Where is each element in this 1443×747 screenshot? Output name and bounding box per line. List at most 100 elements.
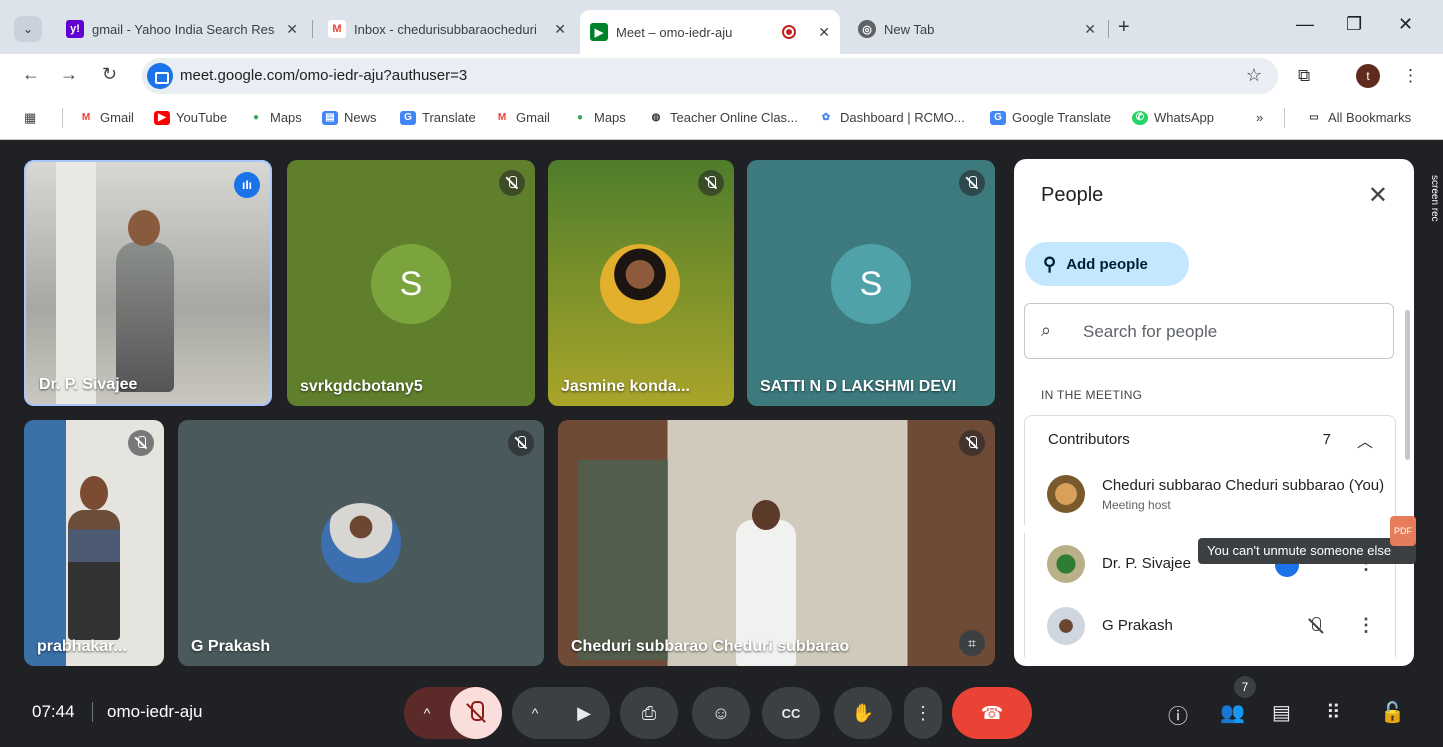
window-close-icon[interactable]: ✕	[1398, 14, 1413, 35]
tab-meet[interactable]: ▶ Meet – omo-iedr-aju ✕	[580, 10, 840, 54]
meet-icon: ▶	[590, 23, 608, 41]
participant-tile-video[interactable]: ıIı Dr. P. Sivajee	[24, 160, 272, 406]
address-bar[interactable]: meet.google.com/omo-iedr-aju?authuser=3 …	[142, 58, 1278, 94]
bookmark-maps[interactable]: ● Maps	[248, 110, 302, 125]
emoji-icon: ☺	[711, 702, 731, 723]
participant-tile-video[interactable]: ⌗ Cheduri subbarao Cheduri subbarao	[558, 420, 995, 666]
tab-title: Inbox - chedurisubbaraocheduri	[354, 21, 537, 37]
minimize-icon[interactable]: —	[1296, 14, 1314, 35]
reactions-button[interactable]: ☺	[692, 687, 750, 739]
raise-hand-button[interactable]: ✋	[834, 687, 892, 739]
close-tab-icon[interactable]: ✕	[286, 21, 298, 38]
bookmark-teacher-online[interactable]: ◍ Teacher Online Clas...	[648, 110, 798, 125]
gmail-icon: M	[328, 20, 346, 38]
close-tab-icon[interactable]: ✕	[818, 24, 830, 41]
captions-button[interactable]: CC	[762, 687, 820, 739]
extensions-icon[interactable]: ⧉	[1298, 66, 1310, 86]
participant-tile-photo[interactable]: Jasmine konda...	[548, 160, 734, 406]
bookmark-gmail[interactable]: M Gmail	[78, 110, 134, 125]
participant-name: prabhakar...	[37, 638, 127, 655]
search-people-field[interactable]: ⌕ Search for people	[1024, 303, 1394, 359]
close-tab-icon[interactable]: ✕	[1084, 21, 1096, 38]
crop-icon[interactable]: ⌗	[959, 630, 985, 656]
participant-name: Cheduri subbarao Cheduri subbarao (You)	[1102, 477, 1385, 494]
tab-search-button[interactable]: ⌄	[14, 16, 42, 42]
reload-icon[interactable]: ↻	[102, 64, 117, 85]
tab-gmail-inbox[interactable]: M Inbox - chedurisubbaraocheduri ✕	[318, 10, 576, 48]
more-options-button[interactable]: ⋮	[904, 687, 942, 739]
participant-tile-initial[interactable]: S SATTI N D LAKSHMI DEVI	[747, 160, 995, 406]
bookmark-label: All Bookmarks	[1328, 110, 1412, 125]
search-placeholder: Search for people	[1083, 322, 1218, 341]
tab-title: gmail - Yahoo India Search Res	[92, 21, 275, 37]
meeting-code: omo-iedr-aju	[107, 702, 203, 721]
present-screen-button[interactable]: ⎙	[620, 687, 678, 739]
chat-icon[interactable]: ▤	[1272, 700, 1291, 725]
participant-name: Dr. P. Sivajee	[1102, 555, 1191, 572]
chrome-icon: ◎	[858, 20, 876, 38]
new-tab-button[interactable]: +	[1118, 16, 1130, 39]
avatar: S	[831, 244, 911, 324]
contributors-group-header[interactable]: Contributors 7 ︿	[1024, 415, 1396, 463]
close-icon[interactable]: ✕	[1368, 181, 1388, 210]
recording-icon	[782, 25, 797, 39]
url-text[interactable]: meet.google.com/omo-iedr-aju?authuser=3	[180, 67, 467, 84]
bookmark-maps-2[interactable]: ● Maps	[572, 110, 626, 125]
tab-title: Meet – omo-iedr-aju	[616, 24, 733, 40]
panel-scrollbar[interactable]	[1405, 310, 1410, 460]
chevron-up-icon[interactable]: ︿	[1357, 428, 1373, 452]
close-tab-icon[interactable]: ✕	[554, 21, 566, 38]
more-options-icon[interactable]: ⋮	[1357, 615, 1375, 636]
people-icon[interactable]: 👥	[1220, 700, 1245, 725]
restore-icon[interactable]: ❐	[1346, 14, 1362, 35]
tab-new-tab[interactable]: ◎ New Tab ✕	[848, 10, 1106, 48]
add-people-button[interactable]: ⚲ Add people	[1025, 242, 1189, 286]
activities-icon[interactable]: ⠿	[1326, 700, 1341, 725]
bookmark-youtube[interactable]: ▶ YouTube	[154, 110, 227, 125]
pdf-icon: PDF	[1390, 516, 1416, 546]
bookmark-label: Translate	[422, 110, 476, 125]
bookmarks-overflow-button[interactable]: »	[1256, 110, 1263, 125]
chevron-up-icon[interactable]: ^	[512, 705, 558, 721]
yahoo-icon: y!	[66, 20, 84, 38]
tab-divider	[1108, 20, 1109, 38]
bookmark-news[interactable]: ▤ News	[322, 110, 377, 125]
bookmark-star-icon[interactable]: ☆	[1246, 65, 1262, 86]
camera-icon[interactable]: ▶	[558, 687, 610, 739]
bookmark-translate[interactable]: G Translate	[400, 110, 476, 125]
person-figure	[116, 242, 174, 392]
participant-tile-video[interactable]: prabhakar...	[24, 420, 164, 666]
mic-muted-button[interactable]	[450, 687, 502, 739]
participant-list-item[interactable]: Cheduri subbarao Cheduri subbarao (You) …	[1024, 463, 1396, 525]
meeting-controls-bar: 07:44 omo-iedr-aju ^ ^ ▶ ⎙ ☺ CC ✋ ⋮ ☎ ⓘ …	[0, 680, 1443, 747]
forward-icon[interactable]: →	[60, 64, 78, 85]
bookmark-gmail-2[interactable]: M Gmail	[494, 110, 550, 125]
search-icon: ⌕	[1041, 320, 1052, 340]
tab-bar: ⌄ y! gmail - Yahoo India Search Res ✕ M …	[0, 0, 1443, 54]
chevron-up-icon[interactable]: ^	[404, 705, 450, 721]
person-head	[128, 210, 160, 246]
leave-call-button[interactable]: ☎	[952, 687, 1032, 739]
back-icon[interactable]: ←	[22, 64, 40, 85]
bookmark-whatsapp[interactable]: ✆ WhatsApp	[1132, 110, 1214, 125]
profile-avatar[interactable]: t	[1356, 64, 1380, 88]
muted-mic-icon	[959, 170, 985, 196]
meeting-info-icon[interactable]: ⓘ	[1168, 700, 1188, 729]
participant-tile-photo[interactable]: G Prakash	[178, 420, 544, 666]
bookmark-google-translate[interactable]: G Google Translate	[990, 110, 1111, 125]
bookmark-label: News	[344, 110, 377, 125]
people-count-badge: 7	[1234, 676, 1256, 698]
tab-yahoo[interactable]: y! gmail - Yahoo India Search Res ✕	[56, 10, 308, 48]
bookmark-label: Maps	[270, 110, 302, 125]
address-toolbar: ← → ↻ meet.google.com/omo-iedr-aju?authu…	[0, 54, 1443, 98]
bookmark-dashboard[interactable]: ✿ Dashboard | RCMO...	[818, 110, 965, 125]
menu-dots-icon[interactable]: ⋮	[1402, 66, 1419, 86]
host-controls-icon[interactable]: 🔓	[1380, 700, 1405, 725]
site-info-icon[interactable]	[147, 63, 173, 89]
apps-grid-icon[interactable]: ▦	[24, 110, 36, 126]
gmail-icon: M	[497, 112, 507, 123]
participant-tile-initial[interactable]: S svrkgdcbotany5	[287, 160, 535, 406]
participant-list-item[interactable]: G Prakash ⋮	[1024, 595, 1396, 657]
add-person-icon: ⚲	[1043, 253, 1057, 274]
all-bookmarks-button[interactable]: ▭ All Bookmarks	[1306, 110, 1411, 125]
